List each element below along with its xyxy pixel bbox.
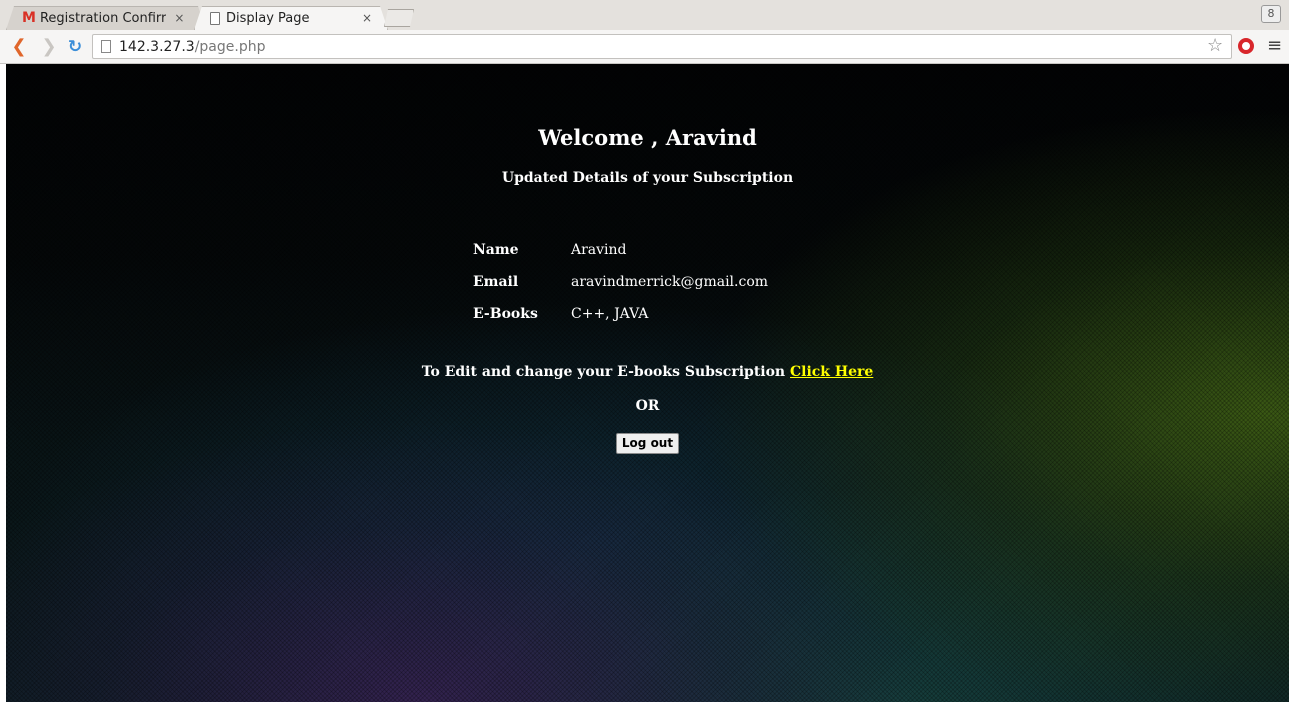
table-row: Name Aravind	[473, 234, 768, 266]
detail-label: E-Books	[473, 306, 538, 322]
detail-value: C++, JAVA	[571, 306, 649, 322]
welcome-heading: Welcome , Aravind	[538, 125, 757, 150]
tab-title: Registration Confirr	[39, 10, 167, 26]
or-separator: OR	[635, 398, 660, 414]
back-arrow-icon[interactable]: ❮	[8, 36, 30, 58]
gmail-icon: M	[22, 10, 36, 26]
close-icon[interactable]: ×	[362, 11, 372, 25]
forward-arrow-icon[interactable]: ❯	[38, 36, 60, 58]
url-path: /page.php	[194, 38, 266, 55]
page-icon	[210, 11, 220, 25]
new-tab-button[interactable]	[384, 9, 414, 27]
menu-icon[interactable]: ≡	[1267, 35, 1282, 56]
opera-extension-icon[interactable]	[1238, 38, 1254, 54]
reload-icon[interactable]: ↻	[64, 36, 86, 58]
browser-toolbar: ❮ ❯ ↻ 142.3.27.3/page.php	[0, 30, 1289, 64]
address-bar[interactable]: 142.3.27.3/page.php	[92, 34, 1232, 59]
profile-icon[interactable]: 8	[1261, 5, 1281, 23]
edit-subscription-text: To Edit and change your E-books Subscrip…	[6, 364, 1289, 380]
detail-value: aravindmerrick@gmail.com	[571, 274, 769, 290]
table-row: Email aravindmerrick@gmail.com	[473, 266, 768, 298]
page-viewport: Welcome , Aravind Updated Details of you…	[6, 64, 1289, 702]
page-subtitle: Updated Details of your Subscription	[501, 170, 794, 186]
page-icon	[101, 40, 111, 53]
tab-display-page[interactable]: Display Page ×	[194, 6, 388, 30]
close-icon[interactable]: ×	[174, 11, 184, 25]
url-host: 142.3.27.3	[119, 38, 195, 55]
table-row: E-Books C++, JAVA	[473, 298, 768, 330]
edit-prompt: To Edit and change your E-books Subscrip…	[421, 364, 790, 380]
detail-value: Aravind	[571, 242, 627, 258]
tab-registration-confirm[interactable]: M Registration Confirr ×	[6, 6, 206, 30]
subscription-details-table: Name Aravind Email aravindmerrick@gmail.…	[473, 234, 768, 330]
detail-label: Name	[473, 242, 519, 258]
tab-title: Display Page	[226, 10, 310, 26]
detail-label: Email	[473, 274, 519, 290]
click-here-link[interactable]: Click Here	[790, 364, 873, 380]
logout-button[interactable]: Log out	[615, 433, 680, 454]
tab-strip: M Registration Confirr × Display Page × …	[0, 0, 1289, 30]
bookmark-star-icon[interactable]: ☆	[1207, 35, 1223, 56]
